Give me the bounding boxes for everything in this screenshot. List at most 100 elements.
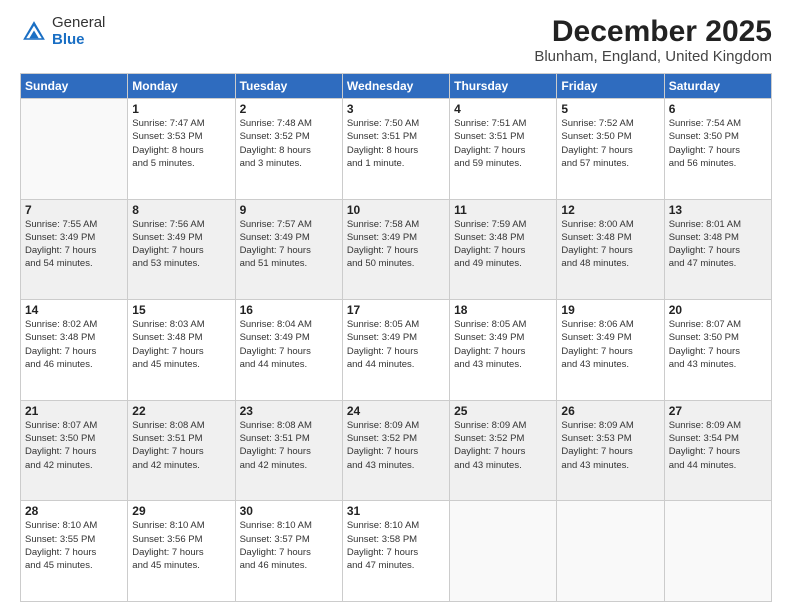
table-row: 29Sunrise: 8:10 AM Sunset: 3:56 PM Dayli… <box>128 501 235 602</box>
day-number: 30 <box>240 504 338 518</box>
table-row: 22Sunrise: 8:08 AM Sunset: 3:51 PM Dayli… <box>128 400 235 501</box>
day-info: Sunrise: 8:07 AM Sunset: 3:50 PM Dayligh… <box>669 318 767 371</box>
day-number: 6 <box>669 102 767 116</box>
day-info: Sunrise: 8:09 AM Sunset: 3:52 PM Dayligh… <box>347 419 445 472</box>
day-info: Sunrise: 7:57 AM Sunset: 3:49 PM Dayligh… <box>240 218 338 271</box>
day-info: Sunrise: 8:08 AM Sunset: 3:51 PM Dayligh… <box>240 419 338 472</box>
day-number: 11 <box>454 203 552 217</box>
table-row <box>664 501 771 602</box>
day-info: Sunrise: 7:56 AM Sunset: 3:49 PM Dayligh… <box>132 218 230 271</box>
table-row: 30Sunrise: 8:10 AM Sunset: 3:57 PM Dayli… <box>235 501 342 602</box>
day-number: 15 <box>132 303 230 317</box>
logo: General Blue <box>20 15 105 48</box>
table-row: 21Sunrise: 8:07 AM Sunset: 3:50 PM Dayli… <box>21 400 128 501</box>
day-number: 26 <box>561 404 659 418</box>
day-number: 7 <box>25 203 123 217</box>
table-row: 18Sunrise: 8:05 AM Sunset: 3:49 PM Dayli… <box>450 300 557 401</box>
day-number: 19 <box>561 303 659 317</box>
day-number: 12 <box>561 203 659 217</box>
header-row: Sunday Monday Tuesday Wednesday Thursday… <box>21 74 772 99</box>
day-number: 2 <box>240 102 338 116</box>
table-row: 10Sunrise: 7:58 AM Sunset: 3:49 PM Dayli… <box>342 199 449 300</box>
day-info: Sunrise: 8:10 AM Sunset: 3:58 PM Dayligh… <box>347 519 445 572</box>
calendar-row: 14Sunrise: 8:02 AM Sunset: 3:48 PM Dayli… <box>21 300 772 401</box>
col-saturday: Saturday <box>664 74 771 99</box>
table-row: 3Sunrise: 7:50 AM Sunset: 3:51 PM Daylig… <box>342 99 449 200</box>
col-monday: Monday <box>128 74 235 99</box>
day-number: 17 <box>347 303 445 317</box>
day-info: Sunrise: 7:55 AM Sunset: 3:49 PM Dayligh… <box>25 218 123 271</box>
col-wednesday: Wednesday <box>342 74 449 99</box>
logo-general-label: General <box>52 15 105 32</box>
day-number: 1 <box>132 102 230 116</box>
calendar-table: Sunday Monday Tuesday Wednesday Thursday… <box>20 73 772 602</box>
day-info: Sunrise: 8:05 AM Sunset: 3:49 PM Dayligh… <box>454 318 552 371</box>
table-row: 12Sunrise: 8:00 AM Sunset: 3:48 PM Dayli… <box>557 199 664 300</box>
table-row: 26Sunrise: 8:09 AM Sunset: 3:53 PM Dayli… <box>557 400 664 501</box>
day-info: Sunrise: 7:52 AM Sunset: 3:50 PM Dayligh… <box>561 117 659 170</box>
table-row: 16Sunrise: 8:04 AM Sunset: 3:49 PM Dayli… <box>235 300 342 401</box>
table-row: 7Sunrise: 7:55 AM Sunset: 3:49 PM Daylig… <box>21 199 128 300</box>
col-thursday: Thursday <box>450 74 557 99</box>
table-row: 9Sunrise: 7:57 AM Sunset: 3:49 PM Daylig… <box>235 199 342 300</box>
table-row: 31Sunrise: 8:10 AM Sunset: 3:58 PM Dayli… <box>342 501 449 602</box>
day-number: 14 <box>25 303 123 317</box>
table-row: 2Sunrise: 7:48 AM Sunset: 3:52 PM Daylig… <box>235 99 342 200</box>
table-row: 8Sunrise: 7:56 AM Sunset: 3:49 PM Daylig… <box>128 199 235 300</box>
day-info: Sunrise: 8:10 AM Sunset: 3:56 PM Dayligh… <box>132 519 230 572</box>
month-title: December 2025 <box>534 15 772 48</box>
day-info: Sunrise: 7:51 AM Sunset: 3:51 PM Dayligh… <box>454 117 552 170</box>
table-row: 14Sunrise: 8:02 AM Sunset: 3:48 PM Dayli… <box>21 300 128 401</box>
table-row: 13Sunrise: 8:01 AM Sunset: 3:48 PM Dayli… <box>664 199 771 300</box>
day-number: 9 <box>240 203 338 217</box>
table-row <box>557 501 664 602</box>
day-number: 5 <box>561 102 659 116</box>
day-number: 25 <box>454 404 552 418</box>
table-row <box>450 501 557 602</box>
calendar-row: 28Sunrise: 8:10 AM Sunset: 3:55 PM Dayli… <box>21 501 772 602</box>
day-number: 10 <box>347 203 445 217</box>
col-friday: Friday <box>557 74 664 99</box>
col-sunday: Sunday <box>21 74 128 99</box>
day-info: Sunrise: 7:54 AM Sunset: 3:50 PM Dayligh… <box>669 117 767 170</box>
day-number: 18 <box>454 303 552 317</box>
table-row: 19Sunrise: 8:06 AM Sunset: 3:49 PM Dayli… <box>557 300 664 401</box>
day-info: Sunrise: 7:50 AM Sunset: 3:51 PM Dayligh… <box>347 117 445 170</box>
table-row: 23Sunrise: 8:08 AM Sunset: 3:51 PM Dayli… <box>235 400 342 501</box>
day-number: 23 <box>240 404 338 418</box>
table-row: 24Sunrise: 8:09 AM Sunset: 3:52 PM Dayli… <box>342 400 449 501</box>
day-info: Sunrise: 7:47 AM Sunset: 3:53 PM Dayligh… <box>132 117 230 170</box>
day-info: Sunrise: 8:06 AM Sunset: 3:49 PM Dayligh… <box>561 318 659 371</box>
day-info: Sunrise: 8:09 AM Sunset: 3:53 PM Dayligh… <box>561 419 659 472</box>
day-info: Sunrise: 7:58 AM Sunset: 3:49 PM Dayligh… <box>347 218 445 271</box>
calendar-row: 21Sunrise: 8:07 AM Sunset: 3:50 PM Dayli… <box>21 400 772 501</box>
table-row: 6Sunrise: 7:54 AM Sunset: 3:50 PM Daylig… <box>664 99 771 200</box>
day-info: Sunrise: 8:03 AM Sunset: 3:48 PM Dayligh… <box>132 318 230 371</box>
day-info: Sunrise: 8:05 AM Sunset: 3:49 PM Dayligh… <box>347 318 445 371</box>
table-row: 1Sunrise: 7:47 AM Sunset: 3:53 PM Daylig… <box>128 99 235 200</box>
day-number: 22 <box>132 404 230 418</box>
day-info: Sunrise: 8:10 AM Sunset: 3:57 PM Dayligh… <box>240 519 338 572</box>
col-tuesday: Tuesday <box>235 74 342 99</box>
day-number: 29 <box>132 504 230 518</box>
day-info: Sunrise: 8:04 AM Sunset: 3:49 PM Dayligh… <box>240 318 338 371</box>
day-info: Sunrise: 8:01 AM Sunset: 3:48 PM Dayligh… <box>669 218 767 271</box>
table-row: 11Sunrise: 7:59 AM Sunset: 3:48 PM Dayli… <box>450 199 557 300</box>
day-info: Sunrise: 8:09 AM Sunset: 3:52 PM Dayligh… <box>454 419 552 472</box>
day-number: 28 <box>25 504 123 518</box>
day-info: Sunrise: 8:08 AM Sunset: 3:51 PM Dayligh… <box>132 419 230 472</box>
page: General Blue December 2025 Blunham, Engl… <box>0 0 792 612</box>
header: General Blue December 2025 Blunham, Engl… <box>20 15 772 65</box>
day-info: Sunrise: 8:10 AM Sunset: 3:55 PM Dayligh… <box>25 519 123 572</box>
table-row: 28Sunrise: 8:10 AM Sunset: 3:55 PM Dayli… <box>21 501 128 602</box>
calendar-row: 1Sunrise: 7:47 AM Sunset: 3:53 PM Daylig… <box>21 99 772 200</box>
day-number: 16 <box>240 303 338 317</box>
day-info: Sunrise: 7:59 AM Sunset: 3:48 PM Dayligh… <box>454 218 552 271</box>
day-number: 31 <box>347 504 445 518</box>
day-number: 3 <box>347 102 445 116</box>
table-row: 27Sunrise: 8:09 AM Sunset: 3:54 PM Dayli… <box>664 400 771 501</box>
day-number: 8 <box>132 203 230 217</box>
table-row: 20Sunrise: 8:07 AM Sunset: 3:50 PM Dayli… <box>664 300 771 401</box>
table-row: 15Sunrise: 8:03 AM Sunset: 3:48 PM Dayli… <box>128 300 235 401</box>
table-row: 5Sunrise: 7:52 AM Sunset: 3:50 PM Daylig… <box>557 99 664 200</box>
